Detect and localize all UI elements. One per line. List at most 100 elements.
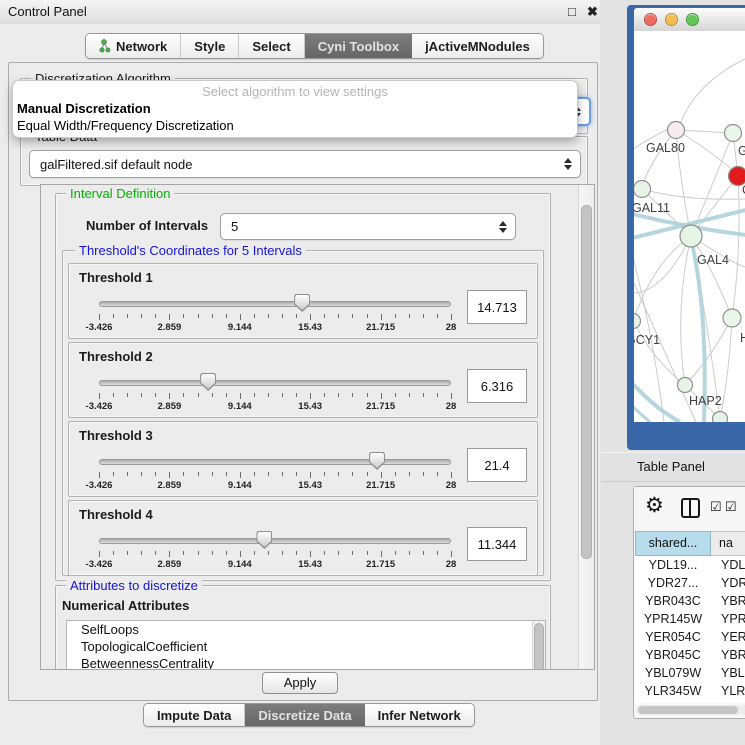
table-cell[interactable]: YBR043C [635, 594, 711, 608]
network-edge[interactable] [634, 283, 696, 422]
close-panel-icon[interactable]: ✖ [587, 4, 598, 20]
attribute-item[interactable]: TopologicalCoefficient [67, 638, 545, 655]
table-cell[interactable]: YLR3 [711, 684, 745, 698]
table-cell[interactable]: YPR145W [635, 612, 711, 626]
network-edge[interactable] [732, 176, 739, 318]
zoom-traffic-light-icon[interactable] [686, 13, 699, 26]
table-cell[interactable]: YER0 [711, 630, 745, 644]
threshold-slider[interactable]: -3.4262.8599.14415.4321.71528 [99, 448, 451, 492]
network-canvas[interactable]: GAL80GCGAL11GAL4GCY1HHAP2 [634, 31, 745, 422]
attribute-item[interactable]: BetweennessCentrality [67, 655, 545, 670]
table-cell[interactable]: YBL079W [635, 666, 711, 680]
network-view-window[interactable]: GAL80GCGAL11GAL4GCY1HHAP2 [627, 5, 745, 450]
table-row[interactable]: YIL052CYIL0 [635, 700, 745, 703]
table-cell[interactable]: YBR0 [711, 648, 745, 662]
threshold-value-field[interactable] [467, 290, 527, 324]
network-node-GAL11[interactable] [634, 181, 651, 198]
network-node-GCY1[interactable] [634, 314, 641, 329]
network-node-GAL4[interactable] [680, 225, 702, 247]
close-traffic-light-icon[interactable] [644, 13, 657, 26]
attribute-item[interactable]: SelfLoops [67, 621, 545, 638]
threshold-value-field[interactable] [467, 448, 527, 482]
network-node-node-top-right[interactable] [725, 125, 742, 142]
tab-jactivemnodules[interactable]: jActiveMNodules [412, 34, 543, 58]
threshold-slider[interactable]: -3.4262.8599.14415.4321.71528 [99, 527, 451, 571]
table-row[interactable]: YPR145WYPR1 [635, 610, 745, 628]
table-cell[interactable]: YBR045C [635, 648, 711, 662]
scrollbar-thumb[interactable] [581, 205, 592, 559]
table-row[interactable]: YBR045CYBR0 [635, 646, 745, 664]
threshold-slider[interactable]: -3.4262.8599.14415.4321.71528 [99, 369, 451, 413]
table-cell[interactable]: YLR345W [635, 684, 711, 698]
network-node-node-bottom[interactable] [713, 412, 728, 423]
slider-track[interactable] [99, 459, 451, 465]
threshold-slider[interactable]: -3.4262.8599.14415.4321.71528 [99, 290, 451, 334]
slider-track[interactable] [99, 301, 451, 307]
dropdown-option-equal-width[interactable]: Equal Width/Frequency Discretization [13, 117, 577, 134]
table-row[interactable]: YER054CYER0 [635, 628, 745, 646]
slider-thumb[interactable] [369, 452, 385, 470]
network-window-titlebar[interactable] [634, 8, 745, 31]
table-cell[interactable]: YDR2 [711, 576, 745, 590]
apply-button[interactable]: Apply [262, 672, 338, 694]
table-row[interactable]: YBR043CYBR0 [635, 592, 745, 610]
network-edge[interactable] [685, 318, 732, 385]
tab-infer-network[interactable]: Infer Network [365, 704, 474, 726]
slider-track[interactable] [99, 538, 451, 544]
network-node-H-node[interactable] [723, 309, 741, 327]
table-row[interactable]: YDL19...YDL1 [635, 556, 745, 574]
table-cell[interactable]: YDR27... [635, 576, 711, 590]
table-cell[interactable]: YBL0 [711, 666, 745, 680]
slider-thumb[interactable] [256, 531, 272, 549]
tab-select[interactable]: Select [239, 34, 304, 58]
network-node-HAP2[interactable] [678, 378, 693, 393]
tab-impute-data[interactable]: Impute Data [144, 704, 245, 726]
table-cell[interactable]: YDL1 [711, 558, 745, 572]
scrollbar-thumb[interactable] [534, 623, 544, 670]
slider-track[interactable] [99, 380, 451, 386]
threshold-value-field[interactable] [467, 527, 527, 561]
settings-vertical-scrollbar[interactable] [578, 185, 594, 669]
table-horizontal-scrollbar[interactable] [636, 705, 745, 715]
network-edge[interactable] [642, 189, 745, 199]
column-header-name[interactable]: na [711, 531, 745, 556]
dropdown-option-manual[interactable]: Manual Discretization [13, 100, 577, 117]
table-row[interactable]: YDR27...YDR2 [635, 574, 745, 592]
threshold-value-field[interactable] [467, 369, 527, 403]
slider-thumb[interactable] [294, 294, 310, 312]
table-cell[interactable]: YPR1 [711, 612, 745, 626]
table-cell[interactable]: YDL19... [635, 558, 711, 572]
split-columns-icon[interactable] [681, 498, 700, 518]
network-edge[interactable] [643, 130, 676, 183]
tab-network[interactable]: Network [86, 34, 181, 58]
gear-icon[interactable]: ⚙ [645, 493, 664, 518]
numerical-attributes-list[interactable]: SelfLoopsTopologicalCoefficientBetweenne… [66, 620, 546, 670]
column-header-shared-name[interactable]: shared... [635, 531, 711, 556]
network-edge[interactable] [634, 321, 685, 385]
table-data-combobox[interactable]: galFiltered.sif default node [29, 150, 581, 178]
network-edge[interactable] [720, 318, 732, 419]
table-row[interactable]: YBL079WYBL0 [635, 664, 745, 682]
checkbox-icon[interactable]: ☑ [725, 499, 737, 515]
table-cell[interactable]: YER054C [635, 630, 711, 644]
tab-style[interactable]: Style [181, 34, 239, 58]
checkbox-icon[interactable]: ☑ [710, 499, 722, 515]
table-cell[interactable]: YBR0 [711, 594, 745, 608]
tab-discretize-data[interactable]: Discretize Data [245, 704, 364, 726]
network-edge[interactable] [680, 59, 745, 124]
minimize-traffic-light-icon[interactable] [665, 13, 678, 26]
network-node-GAL80[interactable] [668, 122, 685, 139]
float-panel-icon[interactable]: □ [568, 4, 576, 20]
network-edge-highlighted[interactable] [634, 383, 680, 422]
num-intervals-combobox[interactable]: 5 [220, 213, 516, 240]
attributes-scrollbar[interactable] [532, 621, 545, 670]
tab-cyni-toolbox[interactable]: Cyni Toolbox [305, 34, 412, 58]
network-edge[interactable] [681, 236, 691, 385]
table-row[interactable]: YLR345WYLR3 [635, 682, 745, 700]
network-edge-highlighted[interactable] [634, 406, 650, 422]
table-cell[interactable]: YIL0 [711, 702, 745, 703]
top-tab-bar: Network Style Select Cyni Toolbox jActiv… [85, 33, 544, 59]
scrollbar-thumb[interactable] [638, 706, 738, 714]
table-cell[interactable]: YIL052C [635, 702, 711, 703]
slider-thumb[interactable] [200, 373, 216, 391]
